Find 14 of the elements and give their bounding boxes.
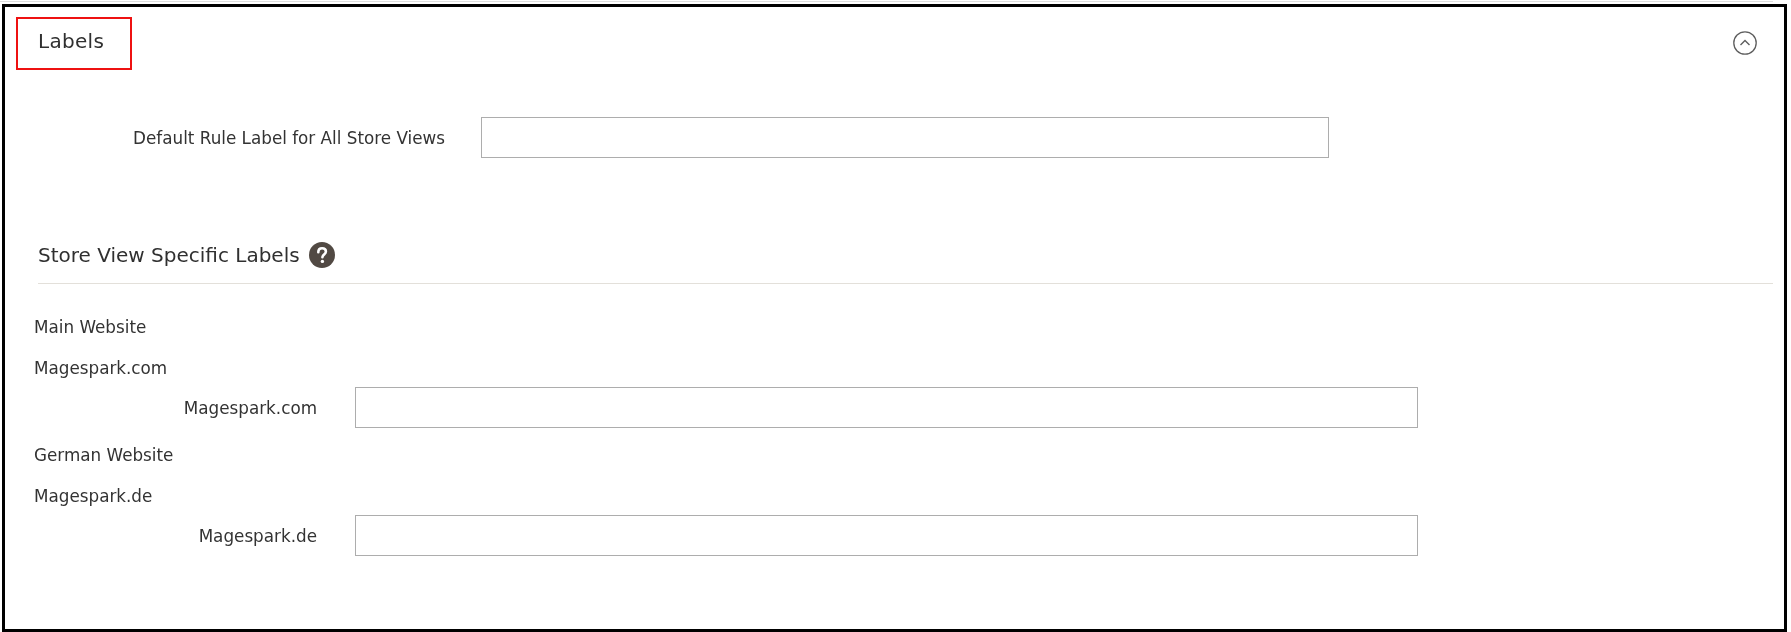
section-title: Labels — [38, 27, 105, 54]
store-name: Magespark.de — [34, 485, 153, 507]
collapse-icon[interactable] — [1733, 30, 1757, 55]
help-icon[interactable] — [308, 242, 335, 268]
text-input[interactable] — [481, 117, 1329, 158]
field-label: Magespark.com — [183, 396, 317, 419]
subsection-title: Store View Specific Labels — [38, 242, 300, 268]
field-label: Default Rule Label for All Store Views — [133, 126, 445, 149]
website-name: Main Website — [34, 316, 147, 338]
website-name: German Website — [34, 444, 174, 466]
store-name: Magespark.com — [34, 357, 168, 379]
text-input[interactable] — [355, 515, 1418, 556]
text-input[interactable] — [355, 387, 1418, 428]
field-label: Magespark.de — [198, 524, 317, 547]
